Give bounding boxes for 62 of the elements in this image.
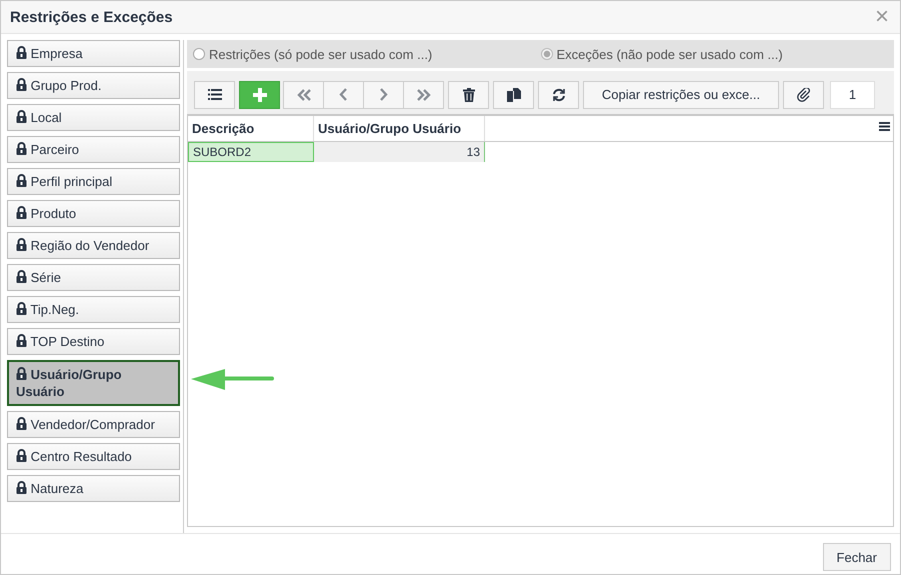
option-label: Restrições (só pode ser usado com ...)	[209, 46, 432, 62]
lock-icon	[16, 110, 27, 123]
lock-icon	[16, 46, 27, 59]
category-button[interactable]: Região do Vendedor	[7, 232, 180, 259]
refresh-button[interactable]	[538, 80, 579, 108]
category-button[interactable]: Natureza	[7, 475, 180, 502]
mode-option[interactable]: Restrições (só pode ser usado com ...)	[193, 46, 540, 62]
lock-icon	[16, 302, 27, 315]
radio-button[interactable]	[540, 48, 552, 60]
lock-icon	[16, 238, 27, 251]
category-button[interactable]: Centro Resultado	[7, 443, 180, 470]
lock-icon	[16, 174, 27, 187]
category-button[interactable]: Vendedor/Comprador	[7, 411, 180, 438]
previous-button[interactable]	[323, 80, 364, 108]
list-icon	[208, 89, 222, 100]
lock-icon	[16, 206, 27, 219]
category-button[interactable]: TOP Destino	[7, 328, 180, 355]
category-button[interactable]: Local	[7, 104, 180, 131]
table-cell: 13	[314, 142, 485, 162]
category-button[interactable]: Produto	[7, 200, 180, 227]
window-title: Restrições e Exceções	[10, 8, 173, 26]
mode-option[interactable]: Exceções (não pode ser usado com ...)	[540, 46, 888, 62]
trash-icon	[462, 88, 474, 102]
column-header[interactable]: Descrição	[188, 116, 314, 141]
right-chevron-icon	[379, 88, 388, 101]
menu-icon[interactable]	[879, 122, 890, 131]
plus-icon	[252, 88, 266, 102]
copy-icon	[506, 88, 520, 102]
close-dialog-button[interactable]: Fechar	[822, 543, 891, 571]
category-button[interactable]: Tip.Neg.	[7, 296, 180, 323]
duplicate-button[interactable]	[493, 80, 534, 108]
arrow-icon	[191, 369, 275, 391]
category-button[interactable]: Empresa	[7, 40, 180, 67]
lock-icon	[16, 367, 27, 380]
category-button[interactable]: Grupo Prod.	[7, 72, 180, 99]
list-button[interactable]	[194, 80, 235, 108]
delete-button[interactable]	[448, 80, 489, 108]
category-button[interactable]: Perfil principal	[7, 168, 180, 195]
lock-icon	[16, 481, 27, 494]
double-right-icon	[416, 88, 432, 100]
lock-icon	[16, 449, 27, 462]
refresh-icon	[552, 88, 566, 102]
category-button[interactable]: Usuário/Grupo Usuário	[7, 360, 180, 406]
page-field[interactable]: 1	[830, 80, 875, 108]
paperclip-icon	[796, 88, 810, 102]
next-button[interactable]	[363, 80, 404, 108]
radio-button[interactable]	[193, 48, 205, 60]
left-chevron-icon	[339, 88, 348, 101]
category-button[interactable]: Série	[7, 264, 180, 291]
lock-icon	[16, 142, 27, 155]
double-left-icon	[296, 88, 312, 100]
lock-icon	[16, 270, 27, 283]
table-cell: SUBORD2	[188, 142, 314, 162]
column-header[interactable]: Usuário/Grupo Usuário	[314, 116, 485, 141]
lock-icon	[16, 78, 27, 91]
lock-icon	[16, 417, 27, 430]
attach-button[interactable]	[783, 80, 824, 108]
lock-icon	[16, 334, 27, 347]
category-button[interactable]: Parceiro	[7, 136, 180, 163]
copy-button[interactable]: Copiar restrições ou exce...	[583, 80, 779, 108]
first-page-button[interactable]	[283, 80, 324, 108]
option-label: Exceções (não pode ser usado com ...)	[556, 46, 783, 62]
